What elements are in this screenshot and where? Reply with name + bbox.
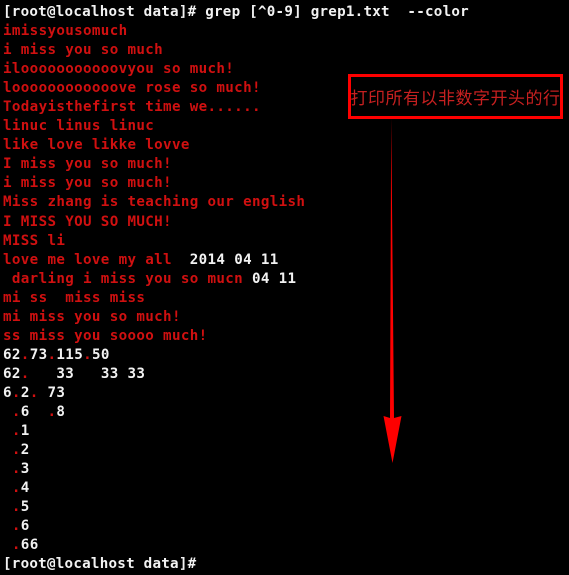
output-segment: 1 bbox=[20, 423, 30, 440]
output-segment: 62 bbox=[3, 346, 21, 363]
final-prompt-line: [root@localhost data]# bbox=[3, 556, 197, 573]
output-segment: 115 bbox=[56, 346, 84, 363]
output-segment: 73 bbox=[29, 346, 48, 363]
output-segment: 66 bbox=[20, 537, 39, 554]
output-segment: 6 bbox=[20, 403, 30, 420]
output-line: darling i miss you so mucn 04 11 bbox=[3, 270, 569, 289]
output-segment: 04 11 bbox=[251, 270, 297, 287]
output-segment: . bbox=[11, 384, 21, 401]
output-segment: . bbox=[3, 423, 21, 440]
output-segment: 8 bbox=[56, 403, 66, 420]
output-segment: . bbox=[3, 537, 21, 554]
output-segment: 50 bbox=[92, 346, 110, 363]
command-line: [root@localhost data]# grep [^0-9] grep1… bbox=[3, 4, 469, 20]
output-line: I MISS YOU SO MUCH! bbox=[3, 213, 172, 230]
output-segment: . bbox=[83, 346, 92, 363]
output-line: love me love my all 2014 04 11 bbox=[3, 251, 569, 270]
output-segment: . bbox=[20, 365, 30, 382]
output-segment: 2014 04 11 bbox=[189, 251, 279, 268]
output-segment: . bbox=[20, 346, 30, 363]
output-segment: 6 bbox=[20, 518, 30, 535]
output-line: linuc linus linuc bbox=[3, 118, 155, 135]
output-line: mi miss you so much! bbox=[3, 308, 181, 325]
output-line: I miss you so much! bbox=[3, 156, 172, 173]
annotation-label: 打印所有以非数字开头的行 bbox=[350, 89, 561, 109]
output-line: 62. 33 33 33 bbox=[3, 365, 569, 384]
output-segment: 6 bbox=[3, 384, 12, 401]
output-segment: 4 bbox=[20, 480, 30, 497]
output-line: MISS li bbox=[3, 232, 66, 249]
output-line: 6.2. 73 bbox=[3, 384, 569, 403]
output-segment: darling i miss you so mucn bbox=[3, 270, 252, 287]
output-segment: . bbox=[29, 403, 57, 420]
terminal-screen: [root@localhost data]# grep [^0-9] grep1… bbox=[0, 0, 569, 575]
output-segment: . bbox=[3, 403, 21, 420]
output-segment: love me love my all bbox=[3, 251, 190, 268]
output-line: i miss you so much! bbox=[3, 175, 172, 192]
output-segment: 5 bbox=[20, 499, 30, 516]
output-line: like love likke lovve bbox=[3, 137, 190, 154]
output-segment: 62 bbox=[3, 365, 21, 382]
output-segment: . bbox=[29, 384, 39, 401]
output-line: 62.73.115.50 bbox=[3, 346, 569, 365]
output-line: .6 bbox=[3, 517, 569, 536]
output-line: i miss you so much bbox=[3, 42, 164, 59]
output-segment: 3 bbox=[20, 461, 30, 478]
output-segment: 73 bbox=[38, 384, 66, 401]
output-line: .3 bbox=[3, 460, 569, 479]
output-segment: 33 33 33 bbox=[29, 365, 146, 382]
output-line: ss miss you soooo much! bbox=[3, 327, 208, 344]
output-segment: . bbox=[3, 461, 21, 478]
output-segment: . bbox=[3, 480, 21, 497]
output-segment: . bbox=[3, 442, 21, 459]
output-line: .2 bbox=[3, 441, 569, 460]
output-segment: . bbox=[3, 518, 21, 535]
annotation-callout-box: 打印所有以非数字开头的行 bbox=[348, 74, 563, 119]
output-line: Miss zhang is teaching our english bbox=[3, 194, 306, 211]
output-line: mi ss miss miss bbox=[3, 289, 146, 306]
output-line: .66 bbox=[3, 536, 569, 555]
output-segment: 2 bbox=[20, 442, 30, 459]
output-line: .5 bbox=[3, 498, 569, 517]
output-line: .1 bbox=[3, 422, 569, 441]
output-segment: . bbox=[3, 499, 21, 516]
output-segment: 2 bbox=[20, 384, 30, 401]
output-line: .4 bbox=[3, 479, 569, 498]
output-line: .6 .8 bbox=[3, 403, 569, 422]
output-line: imissyousomuch bbox=[3, 23, 128, 40]
